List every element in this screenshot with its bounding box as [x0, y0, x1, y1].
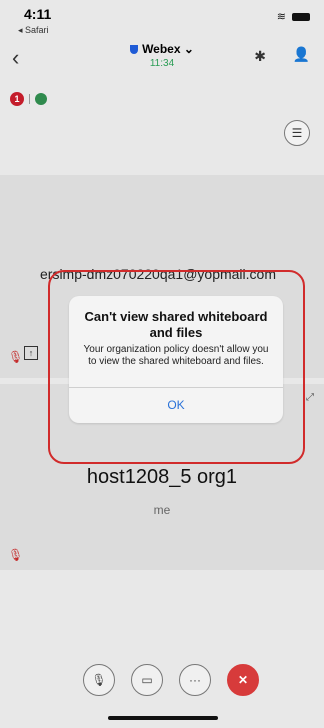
shield-icon	[130, 45, 139, 54]
bluetooth-icon[interactable]: ✱	[254, 48, 266, 65]
status-icons: ≋	[277, 10, 310, 23]
close-icon[interactable]: ✕	[227, 664, 259, 696]
people-icon[interactable]: 👤	[293, 46, 310, 63]
dialog-title: Can't view shared whiteboard and files	[84, 309, 268, 340]
layout-icon[interactable]: ☰	[284, 120, 310, 146]
share-icon: ↑	[24, 346, 38, 360]
call-controls: 🎙 ▭ ··· ✕	[76, 660, 266, 700]
alert-badge[interactable]: 1	[10, 92, 24, 106]
participant-1-name: ersimp-dmz070220qa1@yopmail.com	[40, 266, 276, 282]
meeting-title: Webex ⌄	[0, 42, 324, 56]
policy-dialog: Can't view shared whiteboard and files Y…	[69, 296, 283, 423]
status-time: 4:11	[24, 6, 52, 22]
badge-separator	[29, 94, 30, 104]
status-badges: 1	[10, 92, 47, 106]
mute-icon[interactable]: 🎙	[83, 664, 115, 696]
wifi-icon: ≋	[276, 11, 286, 23]
meeting-title-area[interactable]: Webex ⌄ 11:34	[0, 42, 324, 69]
more-icon[interactable]: ···	[179, 664, 211, 696]
status-bar: 4:11 ◂ Safari ≋	[0, 0, 324, 40]
network-status-icon[interactable]	[35, 93, 47, 105]
video-off-icon[interactable]: ▭	[131, 664, 163, 696]
expand-icon[interactable]: ⤢	[306, 392, 314, 403]
dialog-divider	[69, 387, 283, 388]
battery-icon	[292, 12, 310, 21]
home-indicator	[108, 716, 218, 720]
mic-muted-icon-2: 🎙	[8, 548, 24, 562]
participant-2-name: host1208_5 org1	[86, 466, 238, 488]
participant-2-label: me	[153, 503, 171, 517]
top-bar: ‹ Webex ⌄ 11:34 ✱ 👤	[0, 40, 324, 82]
mic-muted-icon: 🎙	[8, 350, 24, 364]
back-to-safari[interactable]: ◂ Safari	[18, 25, 49, 36]
meeting-time: 11:34	[149, 58, 175, 69]
dialog-message: Your organization policy doesn't allow y…	[83, 344, 269, 367]
ok-button[interactable]: OK	[69, 390, 283, 420]
